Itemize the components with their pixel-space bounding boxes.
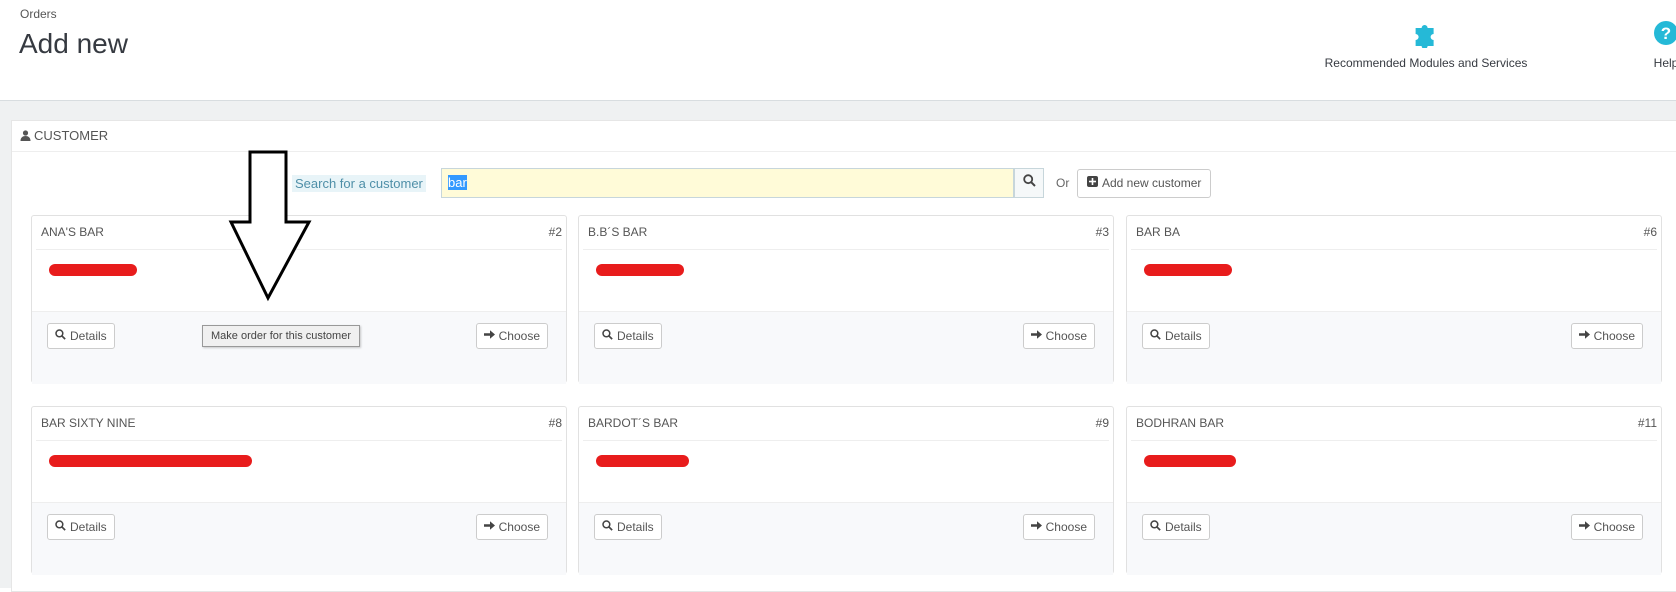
customer-name: B.B´S BAR: [588, 225, 648, 239]
panel-heading-label: CUSTOMER: [34, 128, 109, 143]
customer-card-footer: Details Choose: [579, 502, 1113, 575]
help-label: Help: [1653, 56, 1676, 70]
question-circle-icon: ?: [1653, 20, 1676, 56]
customer-card-footer: Details Choose: [32, 311, 566, 384]
customer-card-footer: Details Choose: [579, 311, 1113, 384]
customer-card-footer: Details Choose: [32, 502, 566, 575]
customer-id: #3: [1095, 225, 1109, 239]
choose-label: Choose: [498, 329, 540, 343]
search-icon: [1022, 174, 1036, 192]
search-icon: [602, 520, 613, 534]
choose-button[interactable]: Choose: [475, 323, 548, 349]
details-button[interactable]: Details: [47, 323, 115, 349]
user-icon: [20, 122, 31, 152]
redacted-info: [1144, 264, 1232, 276]
details-button[interactable]: Details: [1142, 514, 1210, 540]
search-input[interactable]: bar: [442, 169, 1014, 197]
panel-heading: CUSTOMER: [12, 121, 1676, 152]
details-label: Details: [70, 329, 107, 343]
search-icon: [1150, 329, 1161, 343]
choose-button[interactable]: Choose: [1570, 323, 1643, 349]
add-new-customer-label: Add new customer: [1102, 176, 1202, 190]
customer-card-header: BAR BA #6: [1131, 216, 1657, 250]
add-new-customer-button[interactable]: Add new customer: [1077, 169, 1212, 198]
customer-name: ANA'S BAR: [41, 225, 104, 239]
customer-card: BARDOT´S BAR #9 Details Choose: [578, 406, 1114, 575]
choose-label: Choose: [1045, 520, 1087, 534]
arrow-right-icon: [1030, 329, 1042, 343]
customer-id: #9: [1095, 416, 1109, 430]
details-label: Details: [1165, 329, 1202, 343]
details-label: Details: [617, 520, 654, 534]
recommended-modules-button[interactable]: Recommended Modules and Services: [1324, 20, 1528, 70]
customer-name: BODHRAN BAR: [1136, 416, 1225, 430]
svg-text:?: ?: [1661, 24, 1671, 43]
search-button[interactable]: [1014, 168, 1044, 198]
arrow-right-icon: [1578, 520, 1590, 534]
annotation-arrow: [228, 150, 312, 302]
page-header: Orders Add new Recommended Modules and S…: [0, 0, 1676, 101]
choose-button[interactable]: Choose: [1022, 323, 1095, 349]
choose-button[interactable]: Choose: [1570, 514, 1643, 540]
details-button[interactable]: Details: [594, 514, 662, 540]
search-icon: [602, 329, 613, 343]
choose-button[interactable]: Choose: [475, 514, 548, 540]
details-button[interactable]: Details: [47, 514, 115, 540]
choose-button[interactable]: Choose: [1022, 514, 1095, 540]
customer-id: #8: [548, 416, 562, 430]
customer-name: BARDOT´S BAR: [588, 416, 679, 430]
page-title: Add new: [19, 28, 128, 59]
choose-label: Choose: [1593, 520, 1635, 534]
customer-id: #6: [1643, 225, 1657, 239]
details-label: Details: [1165, 520, 1202, 534]
redacted-info: [49, 264, 137, 276]
breadcrumb[interactable]: Orders: [20, 7, 57, 21]
search-icon: [55, 329, 66, 343]
customer-card-header: B.B´S BAR #3: [583, 216, 1109, 250]
redacted-info: [1144, 455, 1236, 467]
customer-card: B.B´S BAR #3 Details Choose: [578, 215, 1114, 384]
details-button[interactable]: Details: [594, 323, 662, 349]
search-icon: [1150, 520, 1161, 534]
details-button[interactable]: Details: [1142, 323, 1210, 349]
or-label: Or: [1056, 176, 1070, 190]
details-label: Details: [70, 520, 107, 534]
arrow-right-icon: [1030, 520, 1042, 534]
customer-card-footer: Details Choose: [1127, 311, 1661, 384]
customer-name: BAR BA: [1136, 225, 1181, 239]
customer-name: BAR SIXTY NINE: [41, 416, 136, 430]
tooltip: Make order for this customer: [202, 325, 360, 347]
arrow-right-icon: [483, 520, 495, 534]
redacted-info: [596, 264, 684, 276]
choose-label: Choose: [1593, 329, 1635, 343]
choose-label: Choose: [498, 520, 540, 534]
redacted-info: [49, 455, 252, 467]
customer-card: BAR BA #6 Details Choose: [1126, 215, 1662, 384]
customer-card-header: BODHRAN BAR #11: [1131, 407, 1657, 441]
puzzle-icon: [1325, 20, 1528, 56]
customer-card: BODHRAN BAR #11 Details Choose: [1126, 406, 1662, 575]
customer-card-header: BAR SIXTY NINE #8: [36, 407, 562, 441]
recommended-modules-label: Recommended Modules and Services: [1324, 56, 1528, 70]
customer-card: BAR SIXTY NINE #8 Details Choose: [31, 406, 567, 575]
plus-square-icon: [1087, 170, 1098, 197]
details-label: Details: [617, 329, 654, 343]
search-input-value: bar: [448, 175, 467, 190]
customer-id: #11: [1637, 416, 1657, 430]
search-field[interactable]: bar: [441, 168, 1014, 198]
search-icon: [55, 520, 66, 534]
choose-label: Choose: [1045, 329, 1087, 343]
arrow-right-icon: [483, 329, 495, 343]
customer-card-header: BARDOT´S BAR #9: [583, 407, 1109, 441]
customer-id: #2: [548, 225, 562, 239]
redacted-info: [596, 455, 689, 467]
customer-card-footer: Details Choose: [1127, 502, 1661, 575]
help-button[interactable]: ? Help: [1653, 20, 1676, 70]
arrow-right-icon: [1578, 329, 1590, 343]
